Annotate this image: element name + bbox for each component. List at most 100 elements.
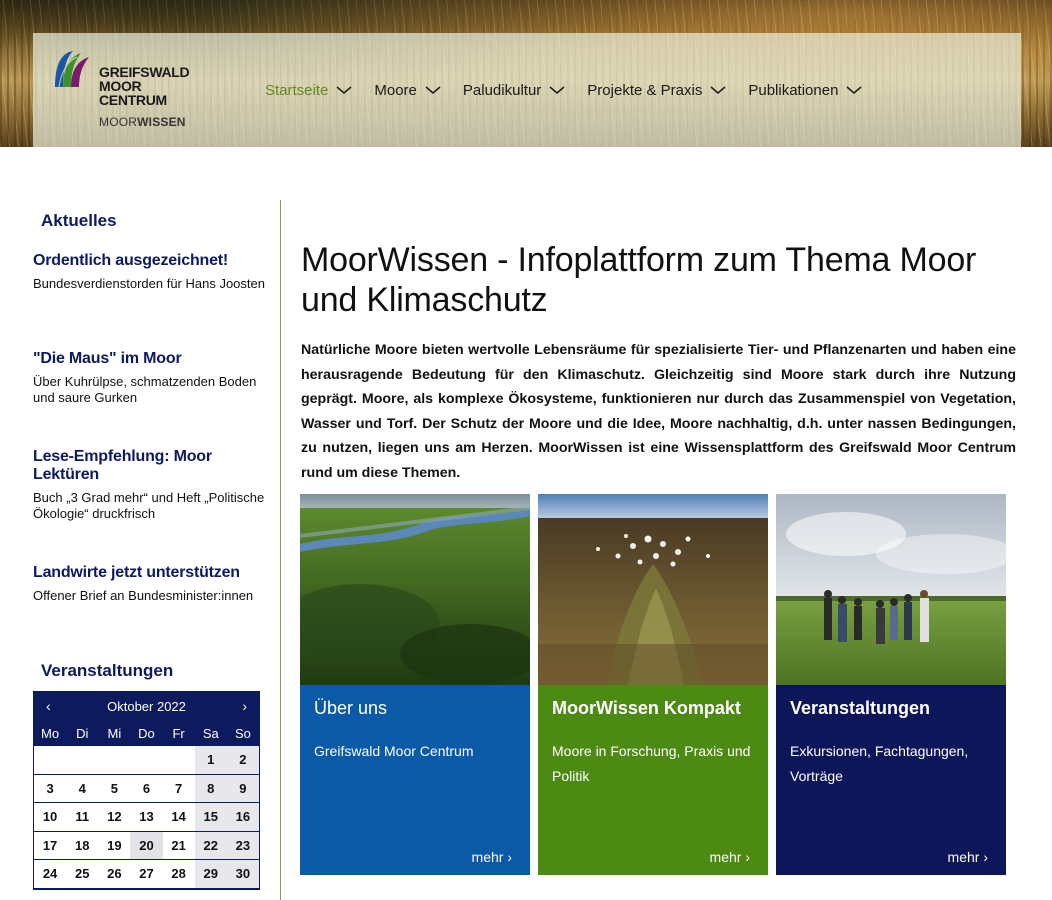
news-text: Buch „3 Grad mehr“ und Heft „Politische … [33,490,265,521]
calendar-grid: 1 2 3 4 5 6 7 8 9 10 11 12 13 14 15 16 17 18 19 20 21 22 23 24 2… [34,746,259,889]
weekday: Mo [41,725,60,741]
news-heading: Aktuelles [41,211,117,230]
nav-item-publikationen[interactable]: Publikationen [748,77,862,103]
card-body: MoorWissen Kompakt Moore in Forschung, P… [538,685,768,875]
logo-line-2: MOOR [99,78,142,94]
calendar-day[interactable]: 21 [162,831,195,860]
main-content: MoorWissen - Infoplattform zum Thema Moo… [301,240,1016,485]
news-item[interactable]: Landwirte jetzt unterstützen Offener Bri… [33,564,265,604]
card-more-link[interactable]: mehr › [948,849,988,865]
news-title[interactable]: Landwirte jetzt unterstützen [33,564,265,582]
card-title: Veranstaltungen [790,698,931,718]
calendar-day[interactable]: 26 [98,860,131,889]
news-text: Offener Brief an Bundesminister:innen [33,588,254,603]
logo-mark-icon [55,51,89,88]
calendar-day[interactable]: 13 [130,803,163,832]
nav-item-moore[interactable]: Moore [374,77,441,103]
calendar-day[interactable]: 28 [162,860,195,889]
calendar-day[interactable]: 18 [66,831,99,860]
chevron-down-icon [846,86,862,94]
chevron-down-icon [336,86,352,94]
calendar-prev-button[interactable]: ‹ [46,698,51,714]
weekday: Do [138,725,155,741]
logo-line-1: GREIFSWALD [99,64,190,80]
calendar-day[interactable]: 22 [194,831,227,860]
card-ueber-uns[interactable]: Über uns Greifswald Moor Centrum mehr › [300,494,530,875]
logo-line-3: CENTRUM [99,92,167,108]
logo-sub-b: WISSEN [137,115,186,129]
calendar-empty-cell [66,746,99,775]
news-item[interactable]: "Die Maus" im Moor Über Kuhrülpse, schma… [33,350,265,406]
weekday: Mi [107,725,122,741]
intro-paragraph: Natürliche Moore bieten wertvolle Lebens… [301,342,1016,481]
calendar-empty-cell [162,746,195,775]
site-logo[interactable]: GREIFSWALD MOOR CENTRUM MOORWISSEN [51,47,211,133]
card-title: MoorWissen Kompakt [552,698,741,718]
calendar-header: ‹ Oktober 2022 › [34,692,259,720]
calendar-day[interactable]: 14 [162,803,195,832]
calendar-empty-cell [130,746,163,775]
calendar-day[interactable]: 23 [226,831,259,860]
nav-item-projekte-praxis[interactable]: Projekte & Praxis [587,77,726,103]
excursion-group-image [776,494,1006,685]
calendar-day[interactable]: 2 [226,746,259,775]
news-text: Über Kuhrülpse, schmatzenden Boden und s… [33,374,257,405]
calendar-day[interactable]: 19 [98,831,131,860]
event-calendar: ‹ Oktober 2022 › Mo Di Mi Do Fr Sa So 12… [33,691,260,890]
calendar-next-button[interactable]: › [242,698,247,714]
header-panel: GREIFSWALD MOOR CENTRUM MOORWISSEN Start… [33,33,1021,147]
nav-label: Startseite [265,81,329,99]
card-body: Veranstaltungen Exkursionen, Fachtagunge… [776,685,1006,875]
card-subtitle: Moore in Forschung, Praxis und Politik [552,743,751,784]
nav-item-paludikultur[interactable]: Paludikultur [463,77,565,103]
calendar-day[interactable]: 8 [194,774,227,803]
calendar-weekdays: Mo Di Mi Do Fr Sa So [34,720,259,746]
calendar-day[interactable]: 11 [66,803,99,832]
calendar-empty-cell [34,746,67,775]
nav-label: Publikationen [748,81,839,99]
nav-item-startseite[interactable]: Startseite [265,77,352,103]
news-item[interactable]: Lese-Empfehlung: Moor Lektüren Buch „3 G… [33,448,265,522]
news-title[interactable]: "Die Maus" im Moor [33,350,265,368]
calendar-day[interactable]: 30 [226,860,259,889]
teaser-cards: Über uns Greifswald Moor Centrum mehr › [300,494,1006,875]
news-title[interactable]: Lese-Empfehlung: Moor Lektüren [33,448,265,484]
calendar-day[interactable]: 15 [194,803,227,832]
calendar-day[interactable]: 7 [162,774,195,803]
calendar-day[interactable]: 25 [66,860,99,889]
calendar-day[interactable]: 12 [98,803,131,832]
nav-label: Moore [374,81,417,99]
calendar-day[interactable]: 17 [34,831,67,860]
sidebar-divider [280,200,281,900]
logo-text: GREIFSWALD MOOR CENTRUM [99,64,190,108]
card-body: Über uns Greifswald Moor Centrum mehr › [300,685,530,875]
calendar-day[interactable]: 24 [34,860,67,889]
weekday: So [234,725,251,741]
card-more-link[interactable]: mehr › [710,849,750,865]
nav-label: Projekte & Praxis [587,81,703,99]
calendar-day[interactable]: 6 [130,774,163,803]
calendar-day[interactable]: 27 [130,860,163,889]
calendar-day[interactable]: 20 [130,831,163,860]
card-veranstaltungen[interactable]: Veranstaltungen Exkursionen, Fachtagunge… [776,494,1006,875]
calendar-day[interactable]: 16 [226,803,259,832]
logo-sub-a: MOOR [99,115,138,129]
news-item[interactable]: Ordentlich ausgezeichnet! Bundesverdiens… [33,252,265,292]
calendar-day[interactable]: 5 [98,774,131,803]
calendar-month: Oktober 2022 [107,698,186,714]
logo-subtitle: MOORWISSEN [99,115,186,129]
news-title[interactable]: Ordentlich ausgezeichnet! [33,252,265,270]
calendar-day[interactable]: 9 [226,774,259,803]
calendar-day[interactable]: 10 [34,803,67,832]
card-title: Über uns [314,698,388,718]
calendar-day[interactable]: 29 [194,860,227,889]
events-heading: Veranstaltungen [41,661,174,680]
card-more-link[interactable]: mehr › [472,849,512,865]
chevron-down-icon [549,86,565,94]
card-moorwissen-kompakt[interactable]: MoorWissen Kompakt Moore in Forschung, P… [538,494,768,875]
calendar-day[interactable]: 4 [66,774,99,803]
calendar-empty-cell [98,746,131,775]
weekday: Sa [202,725,219,741]
calendar-day[interactable]: 1 [194,746,227,775]
calendar-day[interactable]: 3 [34,774,67,803]
